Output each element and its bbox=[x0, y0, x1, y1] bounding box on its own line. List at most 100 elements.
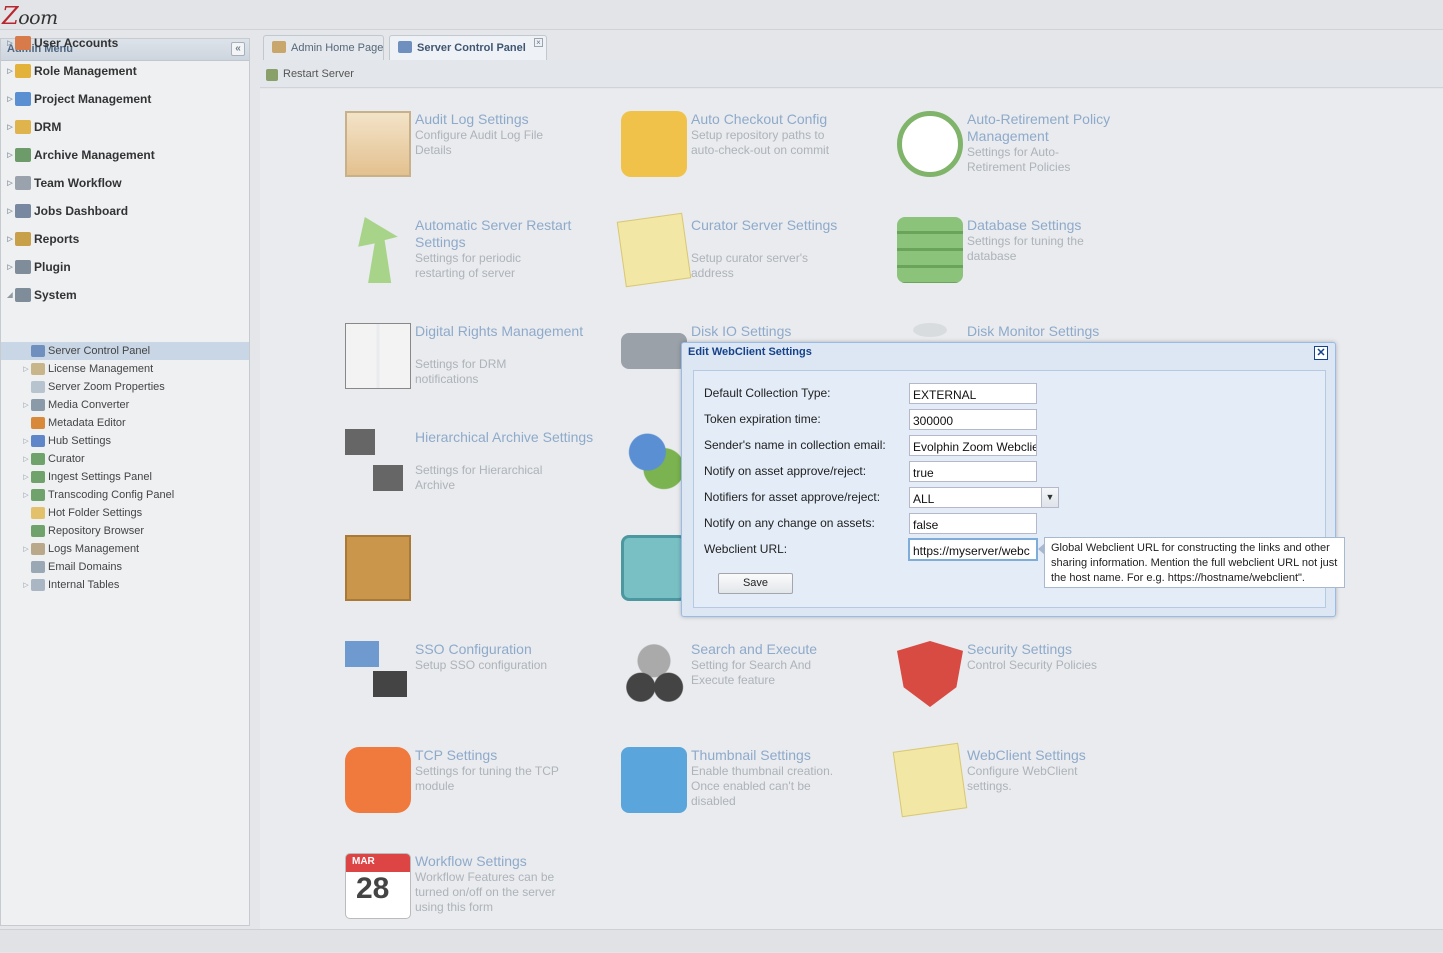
webclient-url-input[interactable]: https://myserver/webc bbox=[909, 539, 1037, 560]
collapsed-arrow-icon[interactable]: ▷ bbox=[21, 365, 31, 373]
setting-title[interactable]: Hierarchical Archive Settings bbox=[415, 429, 615, 446]
close-tab-icon[interactable]: × bbox=[534, 38, 543, 47]
token-expiration-input[interactable]: 300000 bbox=[909, 409, 1037, 430]
hierarchy-icon[interactable] bbox=[345, 429, 411, 495]
setting-title[interactable]: Workflow Settings bbox=[415, 853, 615, 870]
setting-sso-configuration[interactable]: SSO Configuration Setup SSO configuration bbox=[345, 641, 615, 741]
cart-icon[interactable] bbox=[621, 111, 687, 177]
sidebar-subitem-internal-tables[interactable]: ▷ Internal Tables bbox=[1, 576, 249, 594]
sidebar-item-team-workflow[interactable]: ▷ Team Workflow bbox=[1, 174, 249, 192]
setting-audit-log-settings[interactable]: Audit Log Settings Configure Audit Log Fi… bbox=[345, 111, 615, 211]
setting-thumbnail-settings[interactable]: Thumbnail Settings Enable thumbnail creat… bbox=[621, 747, 891, 847]
setting-tcp-settings[interactable]: TCP Settings Settings for tuning the TCP … bbox=[345, 747, 615, 847]
setting-auto-retirement-policy-management[interactable]: Auto-Retirement Policy Management Setting… bbox=[897, 111, 1167, 211]
collapsed-arrow-icon[interactable]: ▷ bbox=[5, 207, 15, 215]
sidebar-item-plugin[interactable]: ▷ Plugin bbox=[1, 258, 249, 276]
link-icon[interactable] bbox=[345, 747, 411, 813]
thumbnail-icon[interactable] bbox=[621, 747, 687, 813]
setting-title[interactable]: Disk IO Settings bbox=[691, 323, 891, 340]
collapsed-arrow-icon[interactable]: ▷ bbox=[21, 491, 31, 499]
setting-curator-server-settings[interactable]: Curator Server Settings Setup curator ser… bbox=[616, 212, 891, 317]
sidebar-item-drm[interactable]: ▷ DRM bbox=[1, 118, 249, 136]
setting-title[interactable]: Thumbnail Settings bbox=[691, 747, 891, 764]
collapsed-arrow-icon[interactable]: ▷ bbox=[5, 179, 15, 187]
collapsed-arrow-icon[interactable]: ▷ bbox=[5, 235, 15, 243]
collapsed-arrow-icon[interactable]: ▷ bbox=[21, 401, 31, 409]
setting-title[interactable]: Automatic Server Restart Settings bbox=[415, 217, 615, 251]
notepad-icon[interactable] bbox=[616, 212, 692, 288]
collapsed-arrow-icon[interactable]: ▷ bbox=[5, 151, 15, 159]
sidebar-subitem-media-converter[interactable]: ▷ Media Converter bbox=[1, 396, 249, 414]
expanded-arrow-icon[interactable]: ◢ bbox=[5, 291, 15, 299]
collapsed-arrow-icon[interactable]: ▷ bbox=[21, 437, 31, 445]
sidebar-subitem-server-control-panel[interactable]: Server Control Panel bbox=[1, 342, 249, 360]
database-icon[interactable] bbox=[897, 217, 963, 283]
setting-hierarchical-archive-settings[interactable]: Hierarchical Archive Settings Settings fo… bbox=[345, 429, 615, 529]
collapsed-arrow-icon[interactable]: ▷ bbox=[5, 263, 15, 271]
close-dialog-icon[interactable]: ✕ bbox=[1314, 346, 1328, 360]
save-button[interactable]: Save bbox=[718, 573, 793, 594]
sidebar-item-reports[interactable]: ▷ Reports bbox=[1, 230, 249, 248]
collapsed-arrow-icon[interactable]: ▷ bbox=[5, 67, 15, 75]
setting-automatic-server-restart-settings[interactable]: Automatic Server Restart Settings Setting… bbox=[345, 217, 615, 317]
sidebar-subitem-metadata-editor[interactable]: Metadata Editor bbox=[1, 414, 249, 432]
sidebar-subitem-repository-browser[interactable]: Repository Browser bbox=[1, 522, 249, 540]
timer-icon[interactable] bbox=[897, 111, 963, 177]
network-icon[interactable] bbox=[345, 641, 411, 707]
setting-database-settings[interactable]: Database Settings Settings for tuning the… bbox=[897, 217, 1167, 317]
box-icon[interactable] bbox=[345, 535, 411, 601]
shield-icon[interactable] bbox=[897, 641, 963, 707]
sidebar-subitem-license-management[interactable]: ▷ License Management bbox=[1, 360, 249, 378]
clipboard-icon[interactable] bbox=[345, 111, 411, 177]
collapsed-arrow-icon[interactable]: ▷ bbox=[21, 545, 31, 553]
sidebar-subitem-email-domains[interactable]: Email Domains bbox=[1, 558, 249, 576]
sidebar-item-project-management[interactable]: ▷ Project Management bbox=[1, 90, 249, 108]
setting-title[interactable]: Security Settings bbox=[967, 641, 1167, 658]
sidebar-item-system[interactable]: ◢ System bbox=[1, 286, 249, 304]
setting-title[interactable]: Search and Execute bbox=[691, 641, 891, 658]
sidebar-subitem-logs-management[interactable]: ▷ Logs Management bbox=[1, 540, 249, 558]
restart-server-button[interactable]: Restart Server bbox=[283, 68, 354, 80]
setting-title[interactable]: Curator Server Settings bbox=[691, 217, 891, 234]
default-collection-type-input[interactable]: EXTERNAL bbox=[909, 383, 1037, 404]
notepad-icon[interactable] bbox=[892, 742, 968, 818]
collapsed-arrow-icon[interactable]: ▷ bbox=[5, 123, 15, 131]
setting-box-icon[interactable] bbox=[345, 535, 615, 635]
binoculars-icon[interactable] bbox=[621, 641, 687, 707]
collapsed-arrow-icon[interactable]: ▷ bbox=[5, 95, 15, 103]
notify-change-input[interactable]: false bbox=[909, 513, 1037, 534]
setting-security-settings[interactable]: Security Settings Control Security Polici… bbox=[897, 641, 1167, 741]
setting-title[interactable]: Disk Monitor Settings bbox=[967, 323, 1167, 340]
setting-title[interactable]: WebClient Settings bbox=[967, 747, 1167, 764]
notifiers-select[interactable]: ALL ▼ bbox=[909, 487, 1059, 508]
tab-admin-home-page[interactable]: Admin Home Page bbox=[263, 35, 384, 60]
sidebar-subitem-transcoding-config-panel[interactable]: ▷ Transcoding Config Panel bbox=[1, 486, 249, 504]
setting-search-and-execute[interactable]: Search and Execute Setting for Search And… bbox=[621, 641, 891, 741]
collapsed-arrow-icon[interactable]: ▷ bbox=[5, 39, 15, 47]
setting-title[interactable]: Database Settings bbox=[967, 217, 1167, 234]
chevron-down-icon[interactable]: ▼ bbox=[1041, 488, 1058, 507]
sidebar-subitem-hub-settings[interactable]: ▷ Hub Settings bbox=[1, 432, 249, 450]
sidebar-subitem-ingest-settings-panel[interactable]: ▷ Ingest Settings Panel bbox=[1, 468, 249, 486]
notify-approve-input[interactable]: true bbox=[909, 461, 1037, 482]
sidebar-item-user-accounts[interactable]: ▷ User Accounts bbox=[1, 34, 249, 52]
restart-arrow-icon[interactable] bbox=[358, 217, 398, 283]
setting-title[interactable]: SSO Configuration bbox=[415, 641, 615, 658]
sidebar-item-jobs-dashboard[interactable]: ▷ Jobs Dashboard bbox=[1, 202, 249, 220]
mail-icon[interactable] bbox=[621, 535, 687, 601]
setting-digital-rights-management[interactable]: Digital Rights Management Settings for DR… bbox=[345, 323, 615, 423]
calendar-icon[interactable]: MAR 28 bbox=[345, 853, 411, 919]
sidebar-item-role-management[interactable]: ▷ Role Management bbox=[1, 62, 249, 80]
sidebar-subitem-server-zoom-properties[interactable]: Server Zoom Properties bbox=[1, 378, 249, 396]
disk-monitor-icon[interactable] bbox=[913, 323, 947, 337]
users-shield-icon[interactable] bbox=[621, 429, 687, 495]
sender-name-input[interactable]: Evolphin Zoom Webclie bbox=[909, 435, 1037, 456]
tab-server-control-panel[interactable]: Server Control Panel × bbox=[389, 35, 547, 60]
drm-icon[interactable] bbox=[345, 323, 411, 389]
setting-title[interactable]: TCP Settings bbox=[415, 747, 615, 764]
sidebar-subitem-hot-folder-settings[interactable]: Hot Folder Settings bbox=[1, 504, 249, 522]
setting-auto-checkout-config[interactable]: Auto Checkout Config Setup repository pat… bbox=[621, 111, 891, 211]
collapsed-arrow-icon[interactable]: ▷ bbox=[21, 581, 31, 589]
setting-webclient-settings[interactable]: WebClient Settings Configure WebClient se… bbox=[892, 742, 1167, 847]
setting-title[interactable]: Digital Rights Management bbox=[415, 323, 615, 340]
